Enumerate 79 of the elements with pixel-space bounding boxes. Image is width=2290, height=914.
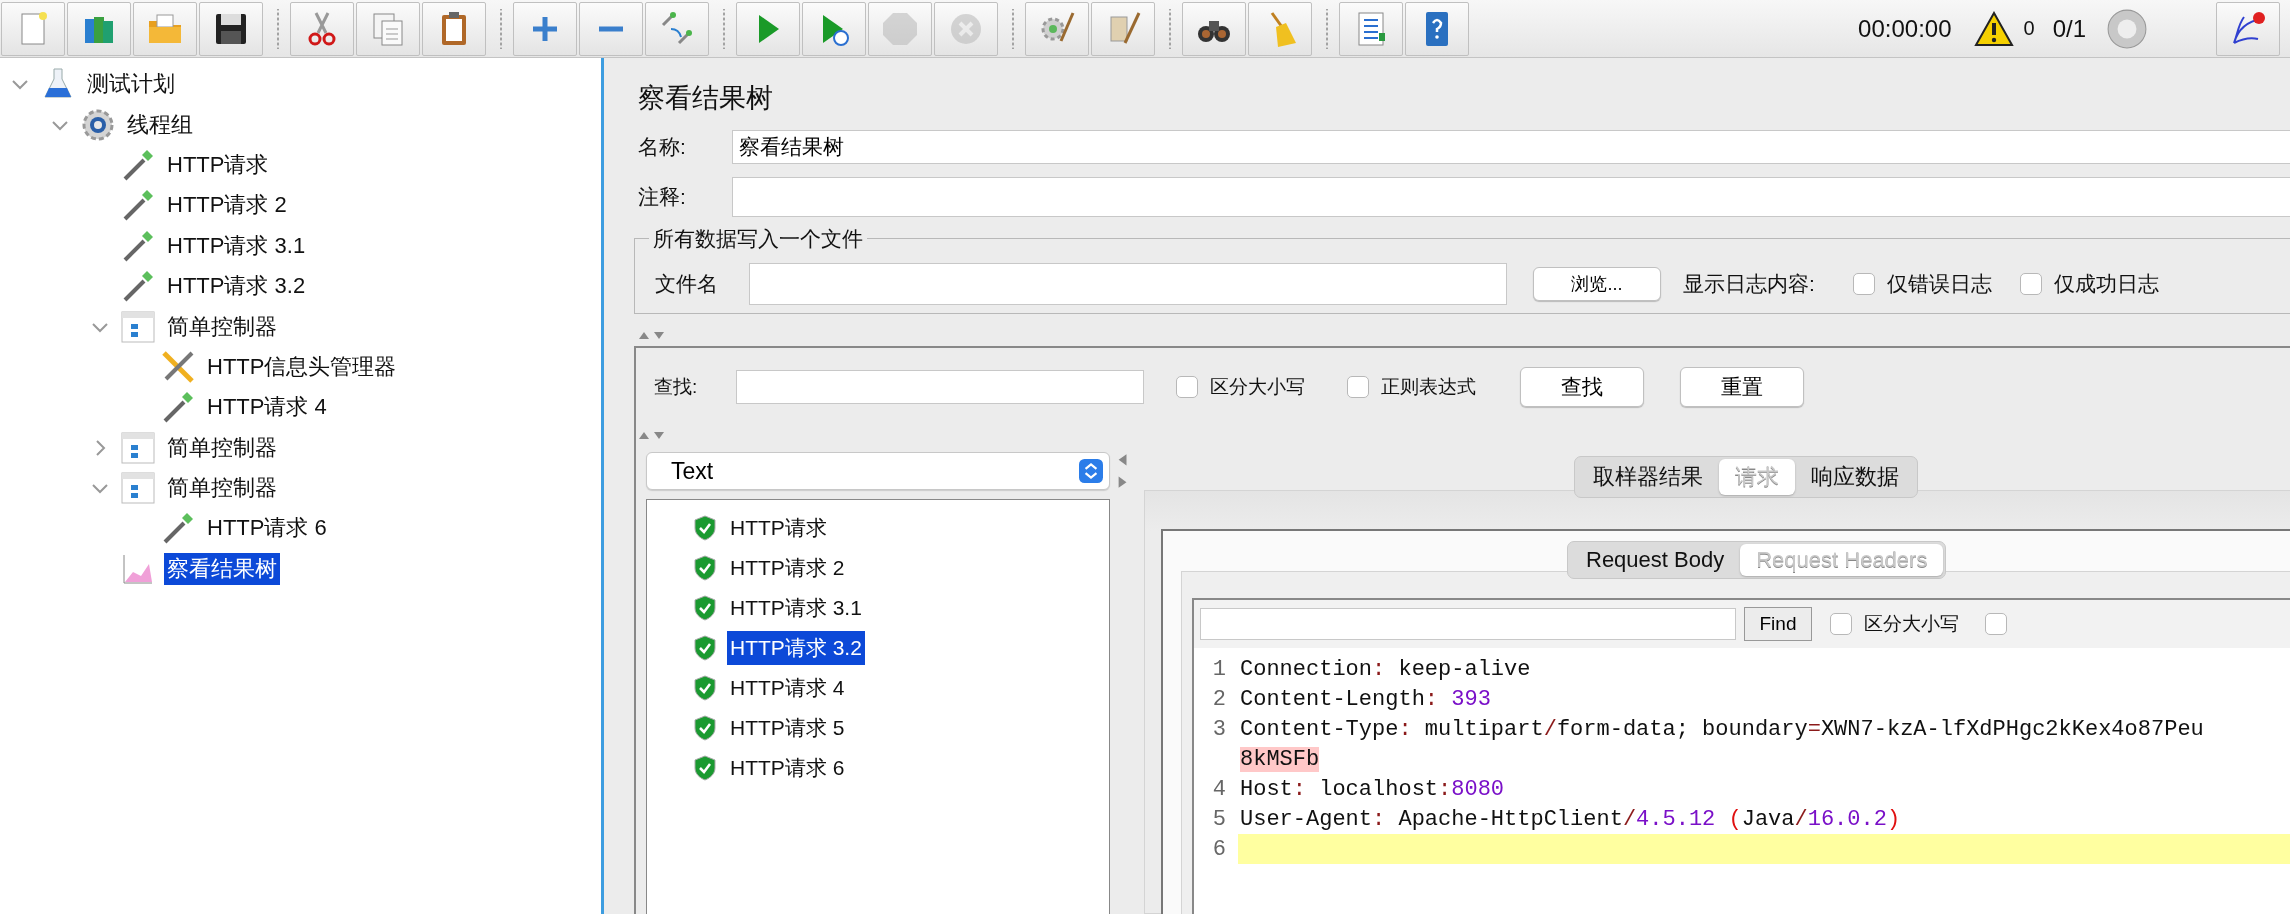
success-shield-icon [693,595,717,621]
checkbox[interactable]: 仅成功日志 [2019,270,2159,298]
elapsed-timer: 00:00:00 [1858,14,1952,43]
log-label: 显示日志内容: [1683,271,1815,297]
success-shield-icon [693,555,717,581]
tree-item[interactable]: HTTP信息头管理器 [204,350,400,383]
checkbox[interactable]: 正则表达式 [1347,374,1476,400]
browse-button[interactable]: 浏览... [1533,267,1661,301]
success-shield-icon [693,515,717,541]
line-number: 1 [1211,656,1227,682]
tree-item[interactable]: HTTP请求 3.1 [164,229,309,262]
search-field[interactable] [736,370,1144,404]
warning-count: 0 [2023,17,2035,40]
tree-item[interactable]: 简单控制器 [164,310,280,343]
toolbar-button[interactable] [1182,1,1246,56]
controller-window-icon [120,308,156,345]
result-item[interactable]: HTTP请求 2 [727,551,848,585]
checkbox[interactable]: 仅错误日志 [1852,270,1992,298]
line-number: 6 [1211,836,1227,862]
search-action-button[interactable]: 查找 [1520,367,1644,407]
code-line: Connection: keep-alive [1239,656,1532,682]
group-legend: 所有数据写入一个文件 [649,225,867,253]
warning-icon[interactable] [1973,10,2014,47]
tab[interactable]: 取样器结果 [1577,459,1719,495]
success-shield-icon [693,715,717,741]
remote-icon[interactable] [2106,7,2148,50]
result-item[interactable]: HTTP请求 [727,511,830,545]
tree-item[interactable]: 测试计划 [84,68,178,101]
line-number: 4 [1211,776,1227,802]
renderer-dropdown[interactable]: Text [646,452,1110,490]
tree-item[interactable]: HTTP请求 3.2 [164,270,309,303]
name-field[interactable]: 察看结果树 [732,130,2290,164]
toolbar-button[interactable] [199,1,263,56]
tools-icon [160,348,196,385]
line-number: 5 [1211,806,1227,832]
tree-item[interactable]: 线程组 [124,108,196,141]
split-arrows-icon[interactable] [1116,452,1128,490]
tab[interactable]: Request Body [1570,544,1741,576]
line-number: 2 [1211,686,1227,712]
filename-field[interactable] [749,263,1507,305]
tree-item[interactable]: HTTP请求 2 [164,189,290,222]
find-button[interactable]: Find [1744,607,1812,641]
tree-item[interactable]: HTTP请求 [164,148,272,181]
toolbar-button[interactable] [2216,1,2280,56]
tree-item[interactable]: 简单控制器 [164,472,280,505]
field-label: 注释: [637,184,687,210]
comment-field[interactable] [732,177,2290,217]
tree-item[interactable]: HTTP请求 4 [204,391,330,424]
result-item[interactable]: HTTP请求 4 [727,671,848,705]
code-line: User-Agent: Apache-HttpClient/4.5.12 (Java/16.0.2) [1239,806,1902,832]
tree-item[interactable]: HTTP请求 6 [204,512,330,545]
line-number: 3 [1211,716,1227,742]
result-item[interactable]: HTTP请求 3.1 [727,591,865,625]
checkbox[interactable]: 区分大小写 [1830,611,1959,637]
tree-item[interactable]: 简单控制器 [164,431,280,464]
checkbox[interactable] [1985,613,2007,635]
result-item[interactable]: HTTP请求 6 [727,751,848,785]
minus-icon [597,24,625,33]
code-line: Content-Length: 393 [1239,686,1492,712]
success-shield-icon [693,675,717,701]
result-item[interactable]: HTTP请求 5 [727,711,848,745]
controller-window-icon [120,470,156,507]
code-line: Host: localhost:8080 [1239,776,1506,802]
checkbox[interactable]: 区分大小写 [1176,374,1305,400]
tree-item[interactable]: 察看结果树 [164,552,280,585]
controller-window-icon [120,429,156,466]
field-label: 文件名 [655,271,719,297]
success-shield-icon [693,635,717,661]
result-item[interactable]: HTTP请求 3.2 [727,631,865,665]
search-action-button[interactable]: 重置 [1680,367,1804,407]
code-line: Content-Type: multipart/form-data; boundary=XWN7-kzA-lfXdPHgc2kKex4o87Peu [1239,716,2205,742]
panel-title: 察看结果树 [638,82,774,115]
search-label: 查找: [654,375,699,399]
success-shield-icon [693,755,717,781]
tab[interactable]: 响应数据 [1795,459,1915,495]
dropdown-arrows-icon [1079,459,1103,483]
find-field[interactable] [1200,608,1736,640]
field-label: 名称: [637,134,687,160]
thread-count: 0/1 [2052,14,2086,43]
